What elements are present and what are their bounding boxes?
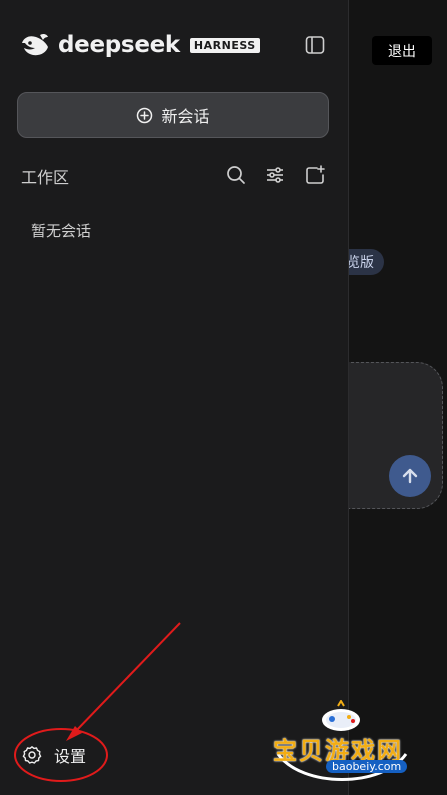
brand-tag: HARNESS xyxy=(189,37,260,53)
sidebar-toggle-icon[interactable] xyxy=(305,35,325,55)
sidebar: deepseek HARNESS 新会话 工作区 暂无会话 设置 xyxy=(0,0,349,795)
gamepad-logo-icon xyxy=(322,700,360,731)
new-chat-label: 新会话 xyxy=(161,107,210,126)
new-folder-icon[interactable] xyxy=(304,164,326,186)
brand-name: deepseek xyxy=(58,32,180,58)
search-icon[interactable] xyxy=(225,164,247,186)
new-chat-button[interactable]: 新会话 xyxy=(17,92,329,138)
plus-circle-icon xyxy=(137,107,153,123)
arrow-up-icon xyxy=(402,468,418,484)
settings-button[interactable]: 设置 xyxy=(22,743,86,767)
watermark-url: baobeiy.com xyxy=(326,760,408,773)
whale-logo-icon xyxy=(22,33,48,56)
workspace-title: 工作区 xyxy=(21,168,70,187)
filter-icon[interactable] xyxy=(264,164,286,186)
settings-label: 设置 xyxy=(54,747,87,766)
send-button[interactable] xyxy=(389,455,431,497)
gear-icon xyxy=(22,746,42,764)
brand[interactable]: deepseek HARNESS xyxy=(20,31,260,59)
logout-button[interactable]: 退出 xyxy=(372,36,432,65)
empty-sessions-text: 暂无会话 xyxy=(31,222,92,240)
